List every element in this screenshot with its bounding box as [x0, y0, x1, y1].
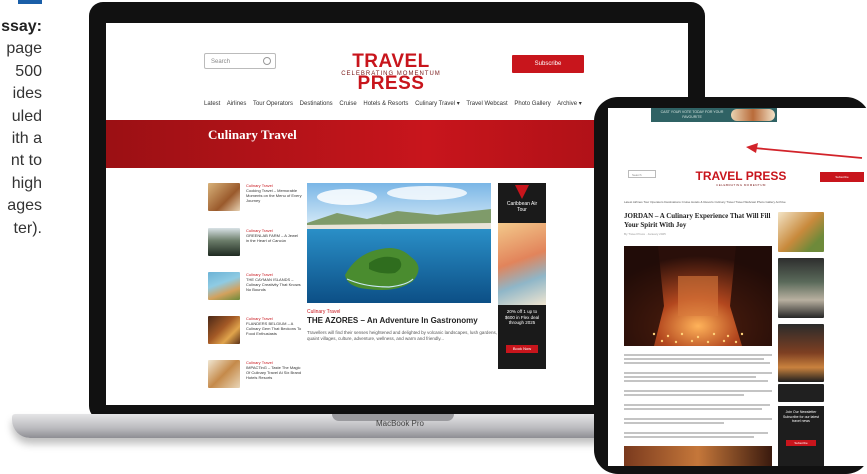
- annotation-arrow-icon: [746, 143, 863, 159]
- caption-block: ssay: page 500 ides uled ith a nt to hig…: [0, 0, 44, 474]
- newsletter-ad[interactable]: Join Our Newsletter Subscribe for our la…: [778, 406, 824, 466]
- sidebar-ad-image[interactable]: [778, 384, 824, 402]
- article-headline: JORDAN – A Culinary Experience That Will…: [624, 212, 771, 229]
- text-line: [624, 362, 770, 364]
- site-tagline: CELEBRATING MOMENTUM: [341, 71, 441, 77]
- laptop-model-label: MacBook Pro: [375, 419, 425, 428]
- sidebar-ad-image[interactable]: [778, 324, 824, 382]
- caption-line: high: [11, 174, 42, 192]
- newsletter-ad-text: Join Our Newsletter Subscribe for our la…: [783, 410, 819, 423]
- article-title[interactable]: GREENLAB FARM – A Jewel in the Heart of …: [246, 233, 302, 243]
- main-nav: Latest Airlines Tour Operators Destinati…: [204, 100, 587, 107]
- article-thumbnail[interactable]: [208, 360, 240, 388]
- ad-brand-text: Caribbean Air Tour: [506, 201, 538, 213]
- nav-item-airlines[interactable]: Airlines: [227, 101, 247, 107]
- text-line: [624, 404, 770, 406]
- caption-line: nt to: [10, 152, 42, 170]
- caption-text: ssay: page 500 ides uled ith a nt to hig…: [1, 16, 42, 240]
- section-title: Culinary Travel: [208, 127, 297, 142]
- tablet-top-banner-ad[interactable]: CAST YOUR VOTE TODAY FOR YOUR FAVOURITE: [651, 108, 777, 122]
- caption-line: page: [6, 40, 42, 58]
- article-thumbnail[interactable]: [208, 183, 240, 211]
- nav-item-archive[interactable]: Archive ▾: [557, 101, 582, 107]
- text-line: [624, 432, 768, 434]
- caption-line: uled: [11, 107, 42, 125]
- sidebar-ad-image[interactable]: [778, 212, 824, 252]
- main-nav[interactable]: Latest Airlines Tour Operators Destinati…: [624, 200, 864, 204]
- text-line: [624, 436, 754, 438]
- ad-logo-icon: [515, 185, 529, 199]
- article-thumbnail[interactable]: [208, 316, 240, 344]
- search-input[interactable]: Search: [204, 53, 276, 69]
- caption-line: 500: [15, 62, 42, 80]
- sidebar-ad-image[interactable]: [778, 258, 824, 318]
- subscribe-button[interactable]: Subscribe: [512, 55, 584, 73]
- nav-item-cruise[interactable]: Cruise: [339, 101, 356, 107]
- text-line: [624, 380, 768, 382]
- text-line: [624, 358, 764, 360]
- nav-item-destinations[interactable]: Destinations: [300, 101, 333, 107]
- text-line: [624, 408, 762, 410]
- search-placeholder: Search: [211, 59, 231, 65]
- article-thumbnail[interactable]: [208, 228, 240, 256]
- site-tagline: CELEBRATING MOMENTUM: [716, 183, 766, 187]
- text-line: [624, 372, 772, 374]
- caption-line: ter).: [13, 219, 42, 237]
- caption-line: ith a: [11, 130, 42, 148]
- nav-item-gallery[interactable]: Photo Gallery: [514, 101, 550, 107]
- article-title[interactable]: IMPACTinG – Taste The Magic Of Culinary …: [246, 365, 302, 380]
- ad-photo: [498, 223, 546, 305]
- text-line: [624, 376, 756, 378]
- sidebar-ad[interactable]: Caribbean Air Tour 20% off 1 up to $600 …: [498, 183, 546, 369]
- caption-line: ssay:: [1, 18, 42, 35]
- newsletter-subscribe-button[interactable]: Subscribe: [786, 440, 816, 446]
- text-line: [624, 422, 724, 424]
- text-line: [624, 390, 772, 392]
- ad-offer-text: 20% off 1 up to $600 in Flex deal throug…: [504, 309, 540, 325]
- ad-cta-button[interactable]: Book Now: [506, 345, 538, 353]
- article-title[interactable]: THE CAYMAN ISLANDS – Culinary Creativity…: [246, 277, 302, 292]
- text-line: [624, 394, 744, 396]
- nav-item-hotels[interactable]: Hotels & Resorts: [363, 101, 408, 107]
- article-meta: By Travel Press · January 2025: [624, 232, 666, 236]
- nav-item-webcast[interactable]: Travel Webcast: [466, 101, 507, 107]
- search-input[interactable]: Search: [628, 170, 656, 178]
- caption-accent-bar: [18, 0, 42, 4]
- caption-line: ides: [12, 85, 42, 103]
- featured-article-title[interactable]: THE AZORES – An Adventure In Gastronomy: [307, 316, 478, 325]
- featured-article-image[interactable]: [307, 183, 491, 303]
- nav-item-culinary[interactable]: Culinary Travel ▾: [415, 101, 460, 107]
- article-title[interactable]: FLANDERS BELGIUM – A Culinary Gem That B…: [246, 321, 302, 336]
- second-article-image: [624, 446, 772, 466]
- list-item[interactable]: Culinary Travel IMPACTinG – Taste The Ma…: [208, 360, 328, 392]
- caption-line: ages: [7, 197, 42, 215]
- banner-ad-text: CAST YOUR VOTE TODAY FOR YOUR FAVOURITE: [660, 110, 724, 119]
- article-hero-image: [624, 246, 772, 346]
- featured-article-category[interactable]: Culinary Travel: [307, 309, 340, 315]
- banner-ad-food-image: [731, 109, 775, 121]
- article-title[interactable]: Cooking Travel – Memorable Moments on th…: [246, 188, 302, 203]
- article-thumbnail[interactable]: [208, 272, 240, 300]
- featured-article-excerpt: Travellers will find their senses height…: [307, 330, 497, 341]
- text-line: [624, 354, 772, 356]
- nav-item-latest[interactable]: Latest: [204, 101, 220, 107]
- nav-item-tour-operators[interactable]: Tour Operators: [253, 101, 293, 107]
- search-icon[interactable]: [263, 57, 271, 65]
- text-line: [624, 418, 772, 420]
